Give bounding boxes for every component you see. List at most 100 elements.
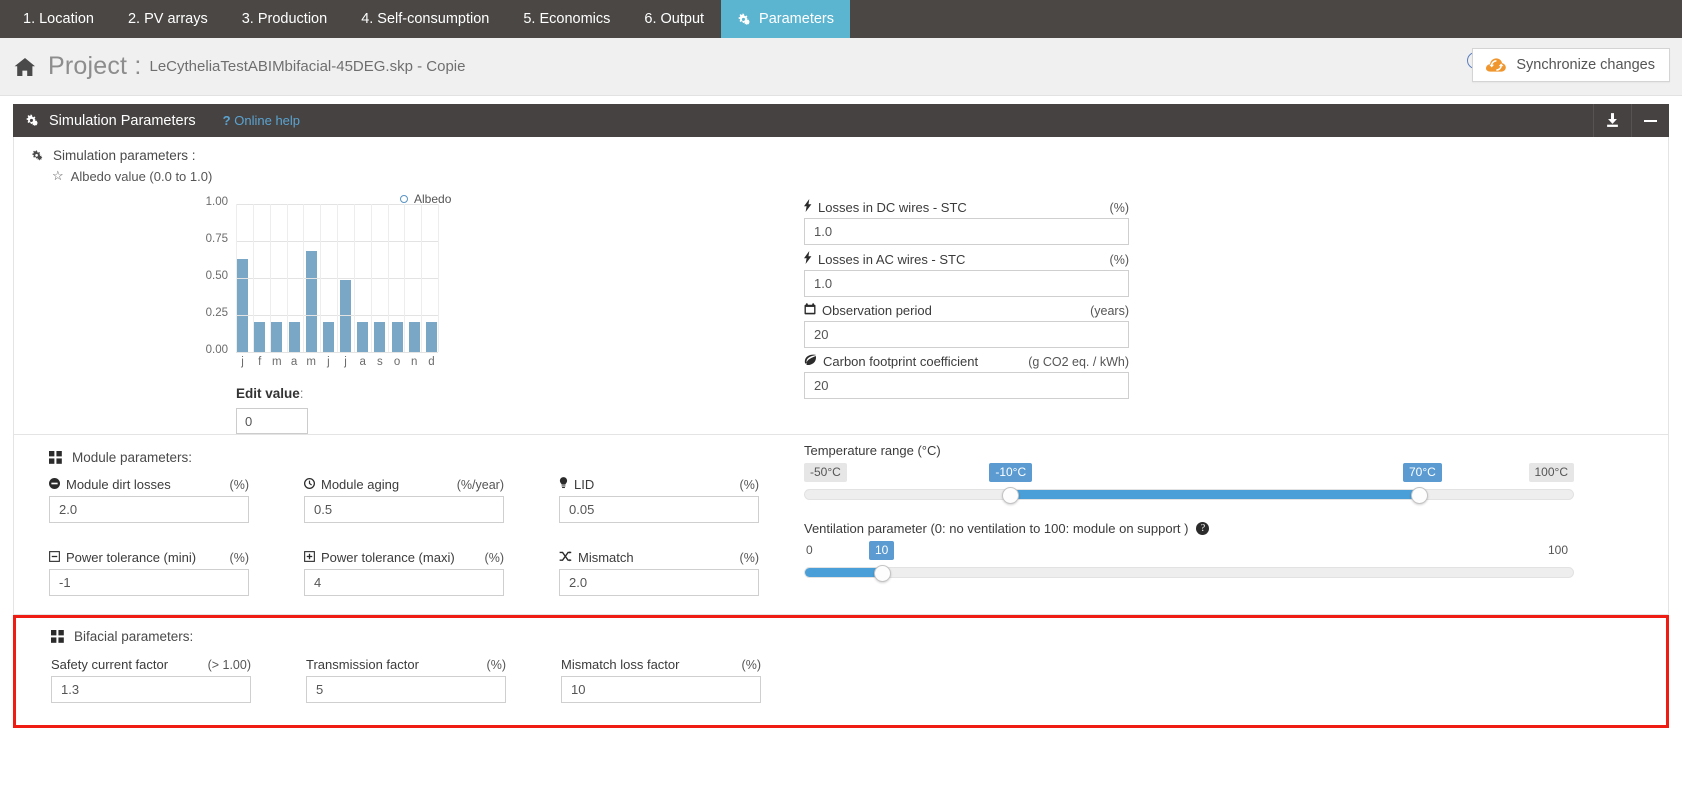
mismatch-input[interactable] bbox=[559, 569, 759, 596]
minus-square-icon bbox=[49, 551, 60, 562]
transmission-factor-input[interactable] bbox=[306, 676, 506, 703]
tab-economics[interactable]: 5. Economics bbox=[506, 0, 627, 38]
field-mismatch-loss-factor: Mismatch loss factor (%) bbox=[561, 657, 761, 703]
observation-period-input[interactable] bbox=[804, 321, 1129, 348]
chart-plot-area bbox=[236, 204, 439, 353]
temperature-high-handle[interactable] bbox=[1411, 487, 1429, 504]
field-label: Mismatch loss factor bbox=[561, 657, 680, 672]
chart-vgridline bbox=[370, 204, 372, 352]
tab-self-consumption[interactable]: 4. Self-consumption bbox=[344, 0, 506, 38]
project-file-name: LeCytheliaTestABIMbifacial-45DEG.skp - C… bbox=[149, 57, 466, 75]
temperature-low-value: -10°C bbox=[989, 463, 1033, 482]
albedo-value-label: Albedo value (0.0 to 1.0) bbox=[70, 168, 213, 184]
chart-bar bbox=[322, 322, 334, 352]
question-circle-icon[interactable]: ? bbox=[1196, 522, 1210, 535]
power-tolerance-mini-input[interactable] bbox=[49, 569, 249, 596]
field-label: Losses in AC wires - STC bbox=[818, 252, 966, 267]
chart-vgridline bbox=[320, 204, 322, 352]
gears-icon bbox=[31, 149, 44, 162]
plus-square-icon bbox=[304, 551, 315, 562]
chart-vgridline bbox=[438, 204, 439, 352]
field-unit: (> 1.00) bbox=[207, 658, 251, 672]
ventilation-slider-fill bbox=[805, 568, 882, 577]
temperature-low-handle[interactable] bbox=[1001, 487, 1019, 504]
mismatch-loss-factor-input[interactable] bbox=[561, 676, 761, 703]
chart-bar bbox=[408, 322, 420, 352]
synchronize-changes-button[interactable]: Synchronize changes bbox=[1472, 48, 1670, 82]
online-help-link[interactable]: ? Online help bbox=[223, 113, 300, 128]
temperature-range-label: Temperature range (°C) bbox=[804, 443, 941, 458]
losses-dc-wires-input[interactable] bbox=[804, 218, 1129, 245]
panel-actions bbox=[1593, 104, 1669, 137]
chart-bar bbox=[288, 322, 300, 352]
chart-y-tick-label: 1.00 bbox=[205, 196, 228, 208]
field-module-aging: Module aging (%/year) bbox=[304, 477, 504, 523]
chart-vgridline bbox=[353, 204, 355, 352]
field-label: Carbon footprint coefficient bbox=[823, 354, 979, 369]
tab-parameters[interactable]: Parameters bbox=[721, 0, 850, 38]
download-icon[interactable] bbox=[1593, 104, 1631, 137]
online-help-label: Online help bbox=[234, 113, 301, 128]
section-simulation-parameters: Simulation parameters : ☆ Albedo value (… bbox=[13, 137, 1669, 435]
bifacial-section-title: Bifacial parameters: bbox=[51, 620, 1666, 646]
chart-vgridline bbox=[387, 204, 389, 352]
chart-y-tick-label: 0.00 bbox=[205, 344, 228, 356]
field-lid: LID (%) bbox=[559, 477, 759, 523]
ventilation-handle[interactable] bbox=[873, 565, 891, 582]
field-carbon-footprint: Carbon footprint coefficient (g CO2 eq. … bbox=[804, 354, 1129, 399]
power-tolerance-maxi-input[interactable] bbox=[304, 569, 504, 596]
temperature-range-block: Temperature range (°C) -50°C -10°C 70°C … bbox=[804, 443, 1574, 504]
module-aging-input[interactable] bbox=[304, 496, 504, 523]
field-unit: (%) bbox=[229, 551, 249, 565]
minus-circle-icon bbox=[49, 478, 60, 489]
temperature-max-label: 100°C bbox=[1528, 463, 1574, 482]
carbon-footprint-input[interactable] bbox=[804, 372, 1129, 399]
ventilation-min-label: 0 bbox=[806, 543, 813, 557]
chart-x-tick-label: d bbox=[428, 356, 435, 368]
field-observation-period: Observation period (years) bbox=[804, 303, 1129, 348]
field-transmission-factor: Transmission factor (%) bbox=[306, 657, 506, 703]
lid-input[interactable] bbox=[559, 496, 759, 523]
albedo-bar-chart: jfmamjjasond 0.00 0.25 0.50 0.75 1.00 bbox=[14, 194, 474, 368]
chart-y-tick-label: 0.75 bbox=[205, 233, 228, 245]
field-label: Transmission factor bbox=[306, 657, 419, 672]
tab-output[interactable]: 6. Output bbox=[627, 0, 721, 38]
field-unit: (%) bbox=[1109, 201, 1129, 215]
panel-title: Simulation Parameters bbox=[49, 112, 196, 129]
field-label: Power tolerance (mini) bbox=[66, 550, 197, 565]
chart-y-tick-label: 0.50 bbox=[205, 270, 228, 282]
chart-vgridline bbox=[421, 204, 423, 352]
home-icon[interactable] bbox=[14, 57, 36, 77]
tab-pv-arrays[interactable]: 2. PV arrays bbox=[111, 0, 225, 38]
chart-x-tick-label: j bbox=[241, 356, 244, 368]
minimize-icon[interactable] bbox=[1631, 104, 1669, 137]
chart-bar bbox=[254, 322, 266, 352]
temperature-range-slider[interactable] bbox=[804, 487, 1574, 504]
chart-bar bbox=[340, 280, 352, 352]
field-mismatch: Mismatch (%) bbox=[559, 550, 759, 596]
tab-production[interactable]: 3. Production bbox=[225, 0, 344, 38]
losses-ac-wires-input[interactable] bbox=[804, 270, 1129, 297]
gears-icon bbox=[25, 113, 40, 128]
ventilation-slider[interactable] bbox=[804, 565, 1574, 582]
module-dirt-losses-input[interactable] bbox=[49, 496, 249, 523]
safety-current-factor-input[interactable] bbox=[51, 676, 251, 703]
field-unit: (%) bbox=[741, 658, 761, 672]
bolt-icon bbox=[804, 199, 812, 212]
field-unit: (%) bbox=[739, 478, 759, 492]
tab-location[interactable]: 1. Location bbox=[6, 0, 111, 38]
module-section-title: Module parameters: bbox=[49, 441, 804, 467]
ventilation-value: 10 bbox=[869, 541, 895, 560]
section-bifacial-parameters: Bifacial parameters: Safety current fact… bbox=[13, 615, 1669, 728]
field-label: Losses in DC wires - STC bbox=[818, 200, 967, 215]
chart-vgridline bbox=[404, 204, 406, 352]
synchronize-changes-label: Synchronize changes bbox=[1516, 57, 1655, 73]
field-unit: (%) bbox=[739, 551, 759, 565]
gears-icon bbox=[737, 12, 752, 27]
edit-value-input[interactable] bbox=[236, 408, 308, 434]
bifacial-params-row: Safety current factor (> 1.00) Transmiss… bbox=[51, 657, 1666, 703]
field-label: Observation period bbox=[822, 303, 932, 318]
field-unit: (g CO2 eq. / kWh) bbox=[1028, 355, 1129, 369]
ventilation-values: 0 10 100 bbox=[804, 541, 1574, 562]
field-unit: (%) bbox=[486, 658, 506, 672]
